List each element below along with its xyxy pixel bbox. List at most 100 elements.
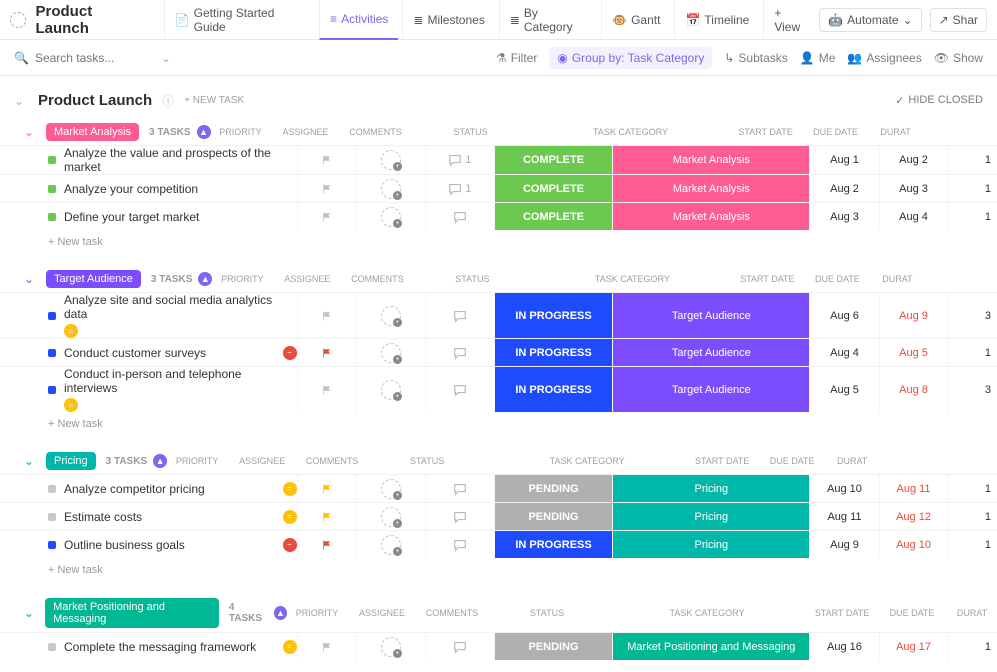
priority-cell[interactable] bbox=[297, 293, 356, 338]
col-start[interactable]: START DATE bbox=[687, 456, 757, 466]
col-priority[interactable]: PRIORITY bbox=[211, 127, 271, 137]
automate-button[interactable]: 🤖 Automate ⌄ bbox=[819, 8, 921, 32]
comments-cell[interactable] bbox=[425, 633, 494, 660]
status-dot-icon[interactable] bbox=[48, 349, 56, 357]
col-duration[interactable]: DURAT bbox=[871, 127, 921, 137]
chevron-down-icon[interactable]: ⌄ bbox=[24, 125, 38, 139]
status-cell[interactable]: IN PROGRESS bbox=[494, 293, 612, 338]
col-category[interactable]: TASK CATEGORY bbox=[532, 274, 732, 284]
start-date-cell[interactable]: Aug 9 bbox=[809, 531, 878, 558]
col-duration[interactable]: DURAT bbox=[872, 274, 922, 284]
chevron-down-icon[interactable]: ⌄ bbox=[24, 272, 38, 286]
col-status[interactable]: STATUS bbox=[367, 456, 487, 466]
priority-cell[interactable] bbox=[297, 633, 356, 660]
col-comments[interactable]: COMMENTS bbox=[417, 608, 487, 618]
col-start[interactable]: START DATE bbox=[731, 127, 801, 137]
status-dot-icon[interactable] bbox=[48, 386, 56, 394]
search-input[interactable] bbox=[35, 51, 155, 65]
duration-cell[interactable]: 1 bbox=[948, 633, 997, 660]
add-view-button[interactable]: + View bbox=[763, 0, 819, 40]
assignee-cell[interactable] bbox=[356, 175, 425, 202]
flag-icon[interactable] bbox=[321, 310, 333, 322]
chevron-down-icon[interactable]: ⌄ bbox=[14, 94, 28, 108]
new-task-button[interactable]: + New task bbox=[0, 558, 997, 582]
task-row[interactable]: Analyze competitor pricing = PENDING Pri… bbox=[0, 474, 997, 502]
due-date-cell[interactable]: Aug 5 bbox=[879, 339, 948, 366]
task-row[interactable]: Analyze the value and prospects of the m… bbox=[0, 145, 997, 174]
assignees-button[interactable]: 👥 Assignees bbox=[847, 51, 921, 65]
priority-cell[interactable] bbox=[297, 503, 356, 530]
flag-icon[interactable] bbox=[321, 211, 333, 223]
duration-cell[interactable]: 1 bbox=[948, 339, 997, 366]
col-due[interactable]: DUE DATE bbox=[757, 456, 827, 466]
priority-cell[interactable] bbox=[297, 146, 356, 174]
col-assignee[interactable]: ASSIGNEE bbox=[271, 127, 341, 137]
col-due[interactable]: DUE DATE bbox=[802, 274, 872, 284]
category-cell[interactable]: Target Audience bbox=[612, 339, 809, 366]
status-cell[interactable]: IN PROGRESS bbox=[494, 531, 612, 558]
task-row[interactable]: Complete the messaging framework = PENDI… bbox=[0, 632, 997, 660]
duration-cell[interactable]: 1 bbox=[948, 475, 997, 502]
status-cell[interactable]: COMPLETE bbox=[494, 175, 612, 202]
start-date-cell[interactable]: Aug 6 bbox=[809, 293, 878, 338]
due-date-cell[interactable]: Aug 9 bbox=[879, 293, 948, 338]
task-row[interactable]: Estimate costs = PENDING Pricing Aug 11 … bbox=[0, 502, 997, 530]
assignee-cell[interactable] bbox=[356, 293, 425, 338]
comments-cell[interactable]: 1 bbox=[425, 175, 494, 202]
start-date-cell[interactable]: Aug 3 bbox=[809, 203, 878, 230]
share-button[interactable]: ↗ Shar bbox=[930, 8, 987, 32]
assignee-cell[interactable] bbox=[356, 367, 425, 412]
comments-cell[interactable] bbox=[425, 531, 494, 558]
assignee-cell[interactable] bbox=[356, 531, 425, 558]
status-cell[interactable]: IN PROGRESS bbox=[494, 367, 612, 412]
start-date-cell[interactable]: Aug 4 bbox=[809, 339, 878, 366]
view-tab-getting-started[interactable]: 📄 Getting Started Guide bbox=[164, 0, 315, 40]
category-cell[interactable]: Market Analysis bbox=[612, 203, 809, 230]
task-row[interactable]: Analyze site and social media analytics … bbox=[0, 292, 997, 338]
comments-cell[interactable] bbox=[425, 475, 494, 502]
status-cell[interactable]: IN PROGRESS bbox=[494, 339, 612, 366]
col-duration[interactable]: DURAT bbox=[947, 608, 997, 618]
status-dot-icon[interactable] bbox=[48, 485, 56, 493]
task-row[interactable]: Conduct in-person and telephone intervie… bbox=[0, 366, 997, 412]
category-cell[interactable]: Market Analysis bbox=[612, 146, 809, 174]
assignee-cell[interactable] bbox=[356, 339, 425, 366]
sort-arrow-icon[interactable]: ▲ bbox=[198, 272, 212, 286]
col-due[interactable]: DUE DATE bbox=[877, 608, 947, 618]
status-dot-icon[interactable] bbox=[48, 643, 56, 651]
assignee-cell[interactable] bbox=[356, 203, 425, 230]
due-date-cell[interactable]: Aug 12 bbox=[879, 503, 948, 530]
due-date-cell[interactable]: Aug 8 bbox=[879, 367, 948, 412]
col-priority[interactable]: PRIORITY bbox=[287, 608, 347, 618]
status-cell[interactable]: PENDING bbox=[494, 475, 612, 502]
priority-cell[interactable] bbox=[297, 367, 356, 412]
col-start[interactable]: START DATE bbox=[732, 274, 802, 284]
priority-cell[interactable] bbox=[297, 339, 356, 366]
status-dot-icon[interactable] bbox=[48, 312, 56, 320]
due-date-cell[interactable]: Aug 3 bbox=[879, 175, 948, 202]
flag-icon[interactable] bbox=[321, 154, 333, 166]
view-tab-milestones[interactable]: ≣ Milestones bbox=[402, 0, 494, 40]
subtasks-button[interactable]: ↳ Subtasks bbox=[724, 51, 787, 65]
hide-closed-button[interactable]: ✓ HIDE CLOSED bbox=[895, 94, 983, 107]
col-due[interactable]: DUE DATE bbox=[801, 127, 871, 137]
filter-button[interactable]: ⚗ Filter bbox=[496, 51, 537, 65]
start-date-cell[interactable]: Aug 10 bbox=[809, 475, 878, 502]
status-cell[interactable]: PENDING bbox=[494, 633, 612, 660]
priority-cell[interactable] bbox=[297, 475, 356, 502]
category-cell[interactable]: Market Positioning and Messaging bbox=[612, 633, 809, 660]
flag-icon[interactable] bbox=[321, 641, 333, 653]
priority-cell[interactable] bbox=[297, 175, 356, 202]
start-date-cell[interactable]: Aug 1 bbox=[809, 146, 878, 174]
assignee-cell[interactable] bbox=[356, 503, 425, 530]
sort-arrow-icon[interactable]: ▲ bbox=[197, 125, 211, 139]
category-cell[interactable]: Pricing bbox=[612, 503, 809, 530]
flag-icon[interactable] bbox=[321, 183, 333, 195]
group-name-badge[interactable]: Pricing bbox=[46, 452, 96, 470]
duration-cell[interactable]: 1 bbox=[948, 146, 997, 174]
col-priority[interactable]: PRIORITY bbox=[212, 274, 272, 284]
show-button[interactable]: 👁 Show bbox=[934, 51, 983, 65]
info-icon[interactable]: ⓘ bbox=[162, 92, 174, 109]
comments-cell[interactable] bbox=[425, 203, 494, 230]
assignee-cell[interactable] bbox=[356, 146, 425, 174]
